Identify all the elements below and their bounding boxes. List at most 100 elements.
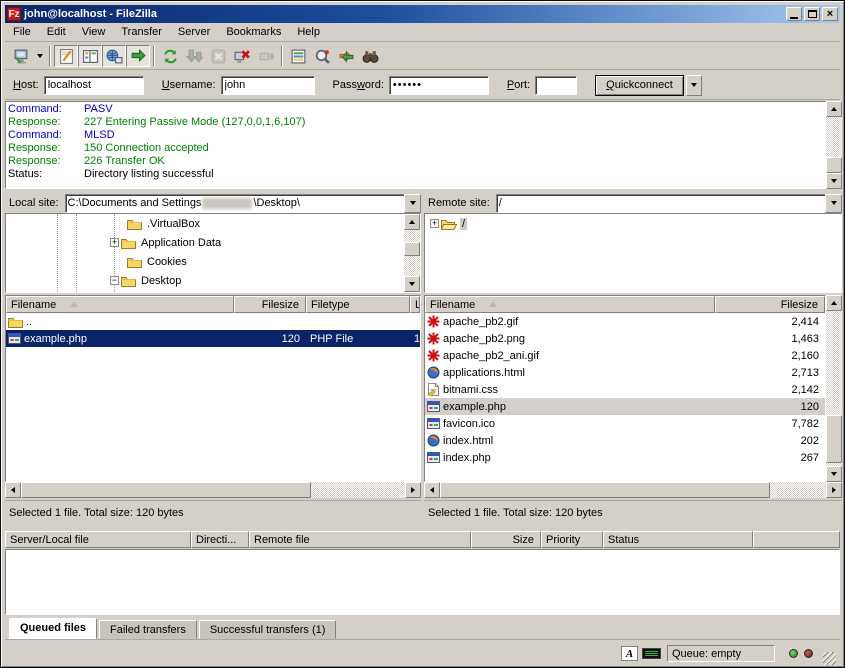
file-row-parent-dir[interactable]: .. [6,313,420,330]
local-site-combobox[interactable]: C:\Documents and Settings\Desktop\ [65,194,405,213]
quickconnect-dropdown[interactable] [686,75,702,96]
tree-item-application-data[interactable]: + Application Data [6,233,420,252]
toggle-message-log-button[interactable] [54,45,78,67]
local-directory-tree[interactable]: .VirtualBox + Application Data Cookies −… [5,213,421,293]
column-header-filename[interactable]: Filename [425,296,715,313]
column-header-direction[interactable]: Directi... [191,531,249,548]
menu-help[interactable]: Help [289,24,328,40]
file-row-example-php[interactable]: example.php 120 PHP File 1 [6,330,420,347]
file-row[interactable]: applications.html 2,713 [425,364,825,381]
remote-list-scrollbar[interactable] [826,295,842,482]
local-list-hscrollbar[interactable] [5,482,421,498]
data-type-indicator-icon[interactable]: A [621,646,638,661]
column-header-priority[interactable]: Priority [541,531,603,548]
remote-site-dropdown[interactable] [825,194,842,213]
message-log[interactable]: Command:PASV Response:227 Entering Passi… [5,101,826,189]
down-arrow-icon [409,282,415,286]
synchronized-browsing-button[interactable] [334,45,358,67]
maximize-button[interactable] [804,7,820,21]
column-header-filetype[interactable]: Filetype [306,296,410,313]
toggle-local-tree-button[interactable] [78,45,102,67]
file-row[interactable]: favicon.ico 7,782 [425,415,825,432]
file-row[interactable]: apache_pb2.gif 2,414 [425,313,825,330]
site-manager-button[interactable] [9,45,33,67]
column-header-status[interactable]: Status [603,531,753,548]
scroll-down-button[interactable] [404,276,420,292]
password-input[interactable] [389,76,489,95]
file-row[interactable]: apache_pb2.png 1,463 [425,330,825,347]
menu-server[interactable]: Server [170,24,218,40]
reconnect-button[interactable] [254,45,278,67]
expand-icon[interactable]: + [110,238,119,247]
toggle-transfer-queue-button[interactable] [126,45,150,67]
log-scrollbar[interactable] [826,101,842,189]
file-row[interactable]: index.html 202 [425,432,825,449]
tree-item-virtualbox[interactable]: .VirtualBox [6,214,420,233]
tab-queued-files[interactable]: Queued files [9,618,97,639]
scroll-right-button[interactable] [405,482,421,498]
local-tree-scrollbar[interactable] [404,214,420,292]
menu-view[interactable]: View [74,24,114,40]
scroll-thumb[interactable] [404,242,420,256]
cancel-button[interactable] [206,45,230,67]
scroll-left-button[interactable] [424,482,440,498]
remote-directory-tree[interactable]: + / [424,213,842,293]
file-row[interactable]: apache_pb2_ani.gif 2,160 [425,347,825,364]
tree-item-root[interactable]: + / [425,214,841,233]
remote-file-list[interactable]: Filename Filesize apache_pb2.gif 2,414 a… [424,295,826,482]
directory-comparison-button[interactable] [310,45,334,67]
scroll-down-button[interactable] [826,466,842,482]
remote-list-hscrollbar[interactable] [424,482,842,498]
collapse-icon[interactable]: − [110,276,119,285]
menu-bookmarks[interactable]: Bookmarks [218,24,289,40]
minimize-button[interactable] [786,7,802,21]
queue-body[interactable] [5,549,840,615]
resize-grip[interactable] [823,652,836,665]
port-input[interactable] [535,76,577,95]
column-header-server-local-file[interactable]: Server/Local file [5,531,191,548]
scroll-thumb[interactable] [826,157,842,173]
local-site-dropdown[interactable] [404,194,421,213]
scroll-thumb[interactable] [21,482,311,498]
column-header-filename[interactable]: Filename [6,296,234,313]
scroll-left-button[interactable] [5,482,21,498]
column-header-lastmodified[interactable]: L [410,296,420,313]
site-manager-dropdown[interactable] [33,45,46,67]
tab-failed-transfers[interactable]: Failed transfers [99,620,197,639]
file-row-selected[interactable]: example.php 120 [425,398,825,415]
local-file-list[interactable]: Filename Filesize Filetype L .. example.… [5,295,421,482]
quickconnect-button[interactable]: Quickconnect [595,75,684,96]
file-row[interactable]: index.php 267 [425,449,825,466]
menu-file[interactable]: File [5,24,39,40]
scroll-up-button[interactable] [404,214,420,230]
menu-edit[interactable]: Edit [39,24,74,40]
column-header-filesize[interactable]: Filesize [715,296,825,313]
find-files-button[interactable] [358,45,382,67]
tree-item-cookies[interactable]: Cookies [6,252,420,271]
scroll-up-button[interactable] [826,295,842,311]
menu-transfer[interactable]: Transfer [113,24,170,40]
toggle-remote-tree-button[interactable] [102,45,126,67]
directory-listing-filters-button[interactable] [286,45,310,67]
disconnect-button[interactable] [230,45,254,67]
app-icon[interactable]: Fz [7,7,21,21]
process-queue-button[interactable] [182,45,206,67]
scroll-up-button[interactable] [826,101,842,117]
column-header-filesize[interactable]: Filesize [234,296,306,313]
close-button[interactable]: × [822,7,838,21]
scroll-thumb[interactable] [440,482,770,498]
speed-limit-indicator-icon[interactable] [642,648,661,659]
scroll-down-button[interactable] [826,173,842,189]
username-input[interactable] [221,76,315,95]
refresh-button[interactable] [158,45,182,67]
tree-item-desktop[interactable]: − Desktop [6,271,420,290]
scroll-right-button[interactable] [826,482,842,498]
column-header-size[interactable]: Size [471,531,541,548]
column-header-remote-file[interactable]: Remote file [249,531,471,548]
remote-site-combobox[interactable]: / [496,194,826,213]
scroll-thumb[interactable] [826,415,842,463]
file-row[interactable]: bitnami.css 2,142 [425,381,825,398]
expand-icon[interactable]: + [430,219,439,228]
tab-successful-transfers[interactable]: Successful transfers (1) [199,620,337,639]
host-input[interactable] [44,76,144,95]
